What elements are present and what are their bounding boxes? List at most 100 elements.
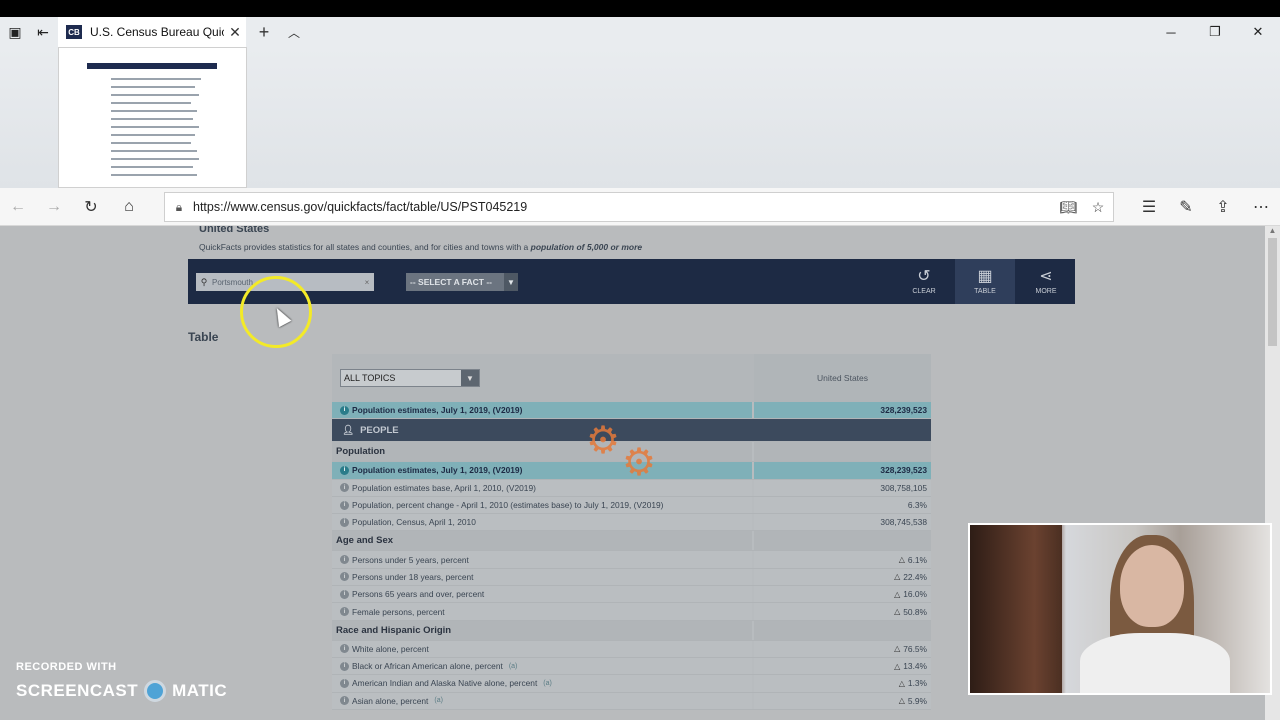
row-value-cell: 6.3% bbox=[752, 496, 931, 514]
info-icon[interactable]: i bbox=[340, 517, 349, 527]
page-subtitle: QuickFacts provides statistics for all s… bbox=[199, 242, 643, 252]
table-grid-icon: ▦ bbox=[977, 268, 993, 285]
more-options-icon[interactable]: ⋯ bbox=[1243, 188, 1279, 226]
lock-icon: 🔒︎ bbox=[175, 199, 183, 214]
footnote-link[interactable]: (a) bbox=[543, 680, 552, 687]
clear-button[interactable]: ↺ CLEAR bbox=[894, 259, 954, 304]
table-row[interactable]: i Black or African American alone, percen… bbox=[332, 657, 931, 676]
table-heading: Table bbox=[188, 330, 219, 344]
browser-tab[interactable]: CB U.S. Census Bureau Quic ✕ bbox=[58, 17, 246, 47]
row-label-cell: i Population estimates, July 1, 2019, (V2… bbox=[332, 462, 752, 478]
share-nodes-icon: ⋖ bbox=[1039, 268, 1053, 285]
tab-preview-thumbnail[interactable] bbox=[58, 47, 247, 188]
webcam-curtain bbox=[970, 525, 1062, 693]
row-label-cell: i White alone, percent bbox=[332, 641, 752, 657]
row-label-cell: i Persons 65 years and over, percent bbox=[332, 586, 752, 602]
table-row[interactable]: i Population, percent change - April 1, 2… bbox=[332, 496, 931, 515]
table-row[interactable]: i Population estimates, July 1, 2019, (V2… bbox=[332, 402, 931, 420]
table-row[interactable]: i Female persons, percent △ 50.8% bbox=[332, 603, 931, 621]
footnote-link[interactable]: (a) bbox=[509, 663, 518, 670]
warning-triangle-icon[interactable]: △ bbox=[894, 607, 900, 616]
tab-preview-area bbox=[0, 47, 1280, 188]
table-row[interactable]: i Asian alone, percent (a) △ 5.9% bbox=[332, 692, 931, 710]
scroll-up-icon[interactable]: ▲ bbox=[1265, 226, 1280, 238]
row-value-cell: △ 13.4% bbox=[752, 657, 931, 675]
row-label: Population estimates base, April 1, 2010… bbox=[352, 482, 536, 493]
section-header[interactable]: Age and Sex bbox=[332, 531, 931, 552]
info-icon[interactable]: i bbox=[340, 607, 349, 617]
quickfacts-toolbar: ⚲ Portsmouth × -- SELECT A FACT -- ▼ ↺ C… bbox=[188, 259, 1075, 304]
info-icon[interactable]: i bbox=[340, 405, 349, 415]
warning-triangle-icon[interactable]: △ bbox=[899, 696, 905, 705]
warning-triangle-icon[interactable]: △ bbox=[894, 590, 900, 599]
info-icon[interactable]: i bbox=[340, 483, 349, 493]
forward-icon[interactable]: → bbox=[36, 188, 72, 226]
back-icon[interactable]: ← bbox=[0, 188, 36, 226]
close-window-icon[interactable]: ✕ bbox=[1237, 17, 1279, 47]
census-favicon-icon: CB bbox=[66, 25, 82, 39]
select-fact-dropdown[interactable]: -- SELECT A FACT -- ▼ bbox=[406, 273, 518, 291]
table-row[interactable]: i Population, Census, April 1, 2010 308,74… bbox=[332, 514, 931, 532]
people-section-header[interactable]: 👤︎ PEOPLE bbox=[332, 419, 931, 443]
table-row[interactable]: i Persons 65 years and over, percent △ 16.0… bbox=[332, 586, 931, 604]
table-button[interactable]: ▦ TABLE bbox=[955, 259, 1015, 304]
table-row[interactable]: i Persons under 18 years, percent △ 22.4% bbox=[332, 568, 931, 587]
url-text[interactable]: https://www.census.gov/quickfacts/fact/t… bbox=[193, 200, 1053, 214]
row-value-cell: 328,239,523 bbox=[752, 402, 931, 419]
warning-triangle-icon[interactable]: △ bbox=[894, 572, 900, 581]
webcam-person-face bbox=[1120, 545, 1184, 627]
share-icon[interactable]: ⇪ bbox=[1205, 188, 1241, 226]
scrollbar-thumb[interactable] bbox=[1268, 238, 1277, 346]
refresh-icon[interactable]: ↻ bbox=[73, 188, 109, 226]
close-tab-icon[interactable]: ✕ bbox=[224, 24, 246, 41]
table-row[interactable]: i White alone, percent △ 76.5% bbox=[332, 640, 931, 658]
chevron-up-icon[interactable]: ︿ bbox=[284, 17, 304, 47]
favorites-icon[interactable]: ☰ bbox=[1131, 188, 1167, 226]
set-aside-tabs-icon[interactable]: ⇤ bbox=[28, 17, 58, 47]
row-label: Female persons, percent bbox=[352, 606, 445, 617]
info-icon[interactable]: i bbox=[340, 661, 349, 671]
table-row[interactable]: i American Indian and Alaska Native alone… bbox=[332, 675, 931, 693]
info-icon[interactable]: i bbox=[340, 644, 349, 654]
restore-icon[interactable]: ❐ bbox=[1194, 17, 1236, 47]
info-icon[interactable]: i bbox=[340, 555, 349, 565]
row-label-cell: i Black or African American alone, percen… bbox=[332, 658, 752, 674]
table-row[interactable]: i Persons under 5 years, percent △ 6.1% bbox=[332, 551, 931, 569]
section-header[interactable]: Race and Hispanic Origin bbox=[332, 620, 931, 641]
address-bar[interactable]: 🔒︎ https://www.census.gov/quickfacts/fac… bbox=[164, 192, 1114, 222]
warning-triangle-icon[interactable]: △ bbox=[894, 644, 900, 653]
column-header-united-states[interactable]: United States bbox=[754, 354, 931, 402]
row-value-cell: 328,239,523 bbox=[752, 462, 931, 479]
tabs-aside-icon[interactable]: ▣ bbox=[0, 17, 30, 47]
clear-search-icon[interactable]: × bbox=[360, 278, 374, 287]
info-icon[interactable]: i bbox=[340, 678, 349, 688]
info-icon[interactable]: i bbox=[340, 465, 349, 475]
warning-triangle-icon[interactable]: △ bbox=[899, 555, 905, 564]
brand-left: SCREENCAST bbox=[16, 681, 139, 700]
row-label-cell: i Female persons, percent bbox=[332, 603, 752, 619]
pen-icon[interactable]: ✎ bbox=[1168, 188, 1204, 226]
info-icon[interactable]: i bbox=[340, 572, 349, 582]
row-value: 328,239,523 bbox=[880, 405, 927, 416]
watermark-recorded-with: RECORDED WITH bbox=[16, 661, 117, 673]
favorite-star-icon[interactable]: ☆ bbox=[1083, 199, 1113, 216]
info-icon[interactable]: i bbox=[340, 500, 349, 510]
more-button[interactable]: ⋖ MORE bbox=[1016, 259, 1076, 304]
row-label: Population, percent change - April 1, 20… bbox=[352, 500, 664, 511]
warning-triangle-icon[interactable]: △ bbox=[899, 679, 905, 688]
home-icon[interactable]: ⌂ bbox=[111, 188, 147, 226]
page-header: United States bbox=[199, 226, 270, 235]
webcam-person-body bbox=[1080, 633, 1230, 693]
reading-view-icon[interactable]: 📖︎ bbox=[1053, 199, 1083, 216]
row-value: 308,758,105 bbox=[880, 482, 927, 493]
warning-triangle-icon[interactable]: △ bbox=[894, 662, 900, 671]
row-label: Population estimates, July 1, 2019, (V20… bbox=[352, 465, 523, 476]
info-icon[interactable]: i bbox=[340, 696, 349, 706]
new-tab-icon[interactable]: + bbox=[254, 17, 274, 47]
title-strip bbox=[0, 0, 1280, 17]
minimize-icon[interactable]: ─ bbox=[1150, 17, 1192, 47]
all-topics-dropdown[interactable]: ALL TOPICS ▼ bbox=[340, 369, 480, 387]
footnote-link[interactable]: (a) bbox=[434, 697, 443, 704]
info-icon[interactable]: i bbox=[340, 589, 349, 599]
brand-right: MATIC bbox=[172, 681, 228, 700]
